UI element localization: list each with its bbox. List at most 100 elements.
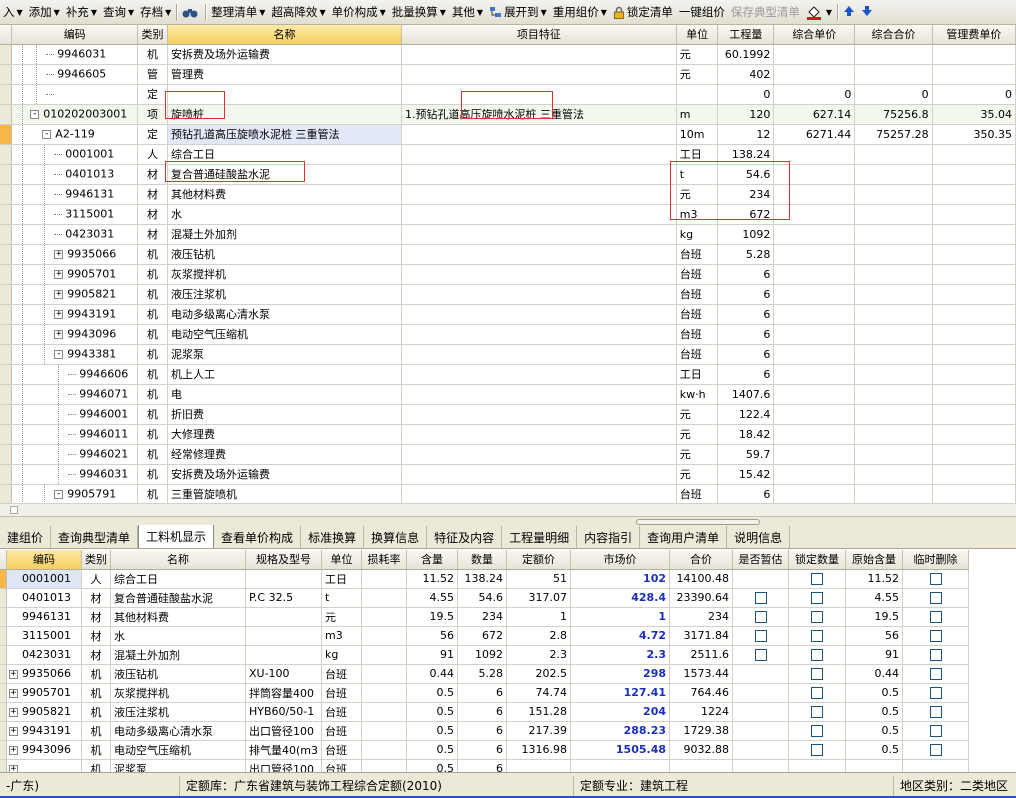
cell-mfee[interactable] — [932, 364, 1016, 385]
column-header[interactable]: 临时删除 — [902, 550, 970, 570]
cell-quota[interactable]: 217.39 — [506, 721, 572, 741]
cell-code[interactable]: 9946031 — [11, 44, 139, 65]
row-indicator[interactable] — [0, 264, 13, 285]
cell-code[interactable]: 0001001 — [6, 569, 82, 589]
column-header[interactable]: 编码 — [6, 550, 82, 570]
cell-total[interactable] — [854, 424, 933, 445]
bill-row[interactable]: 0001001 人综合工日 工日 138.24 — [0, 144, 1016, 165]
cell-type[interactable]: 管 — [137, 64, 169, 85]
cell-mfee[interactable] — [932, 204, 1016, 225]
cell-temp-delete[interactable] — [902, 721, 970, 741]
cell-name[interactable]: 水 — [167, 204, 402, 225]
cell-content[interactable]: 91 — [406, 645, 459, 665]
cell-code[interactable]: 9946001 — [11, 404, 139, 425]
cell-unit[interactable]: 工日 — [676, 144, 719, 165]
cell-total[interactable]: 1573.44 — [669, 664, 734, 684]
bill-row[interactable]: 9946131 材其他材料费 元 234 — [0, 184, 1016, 205]
cell-mfee[interactable] — [932, 304, 1016, 325]
cell-code[interactable]: 0423031 — [11, 224, 139, 245]
cell-name[interactable]: 电 — [167, 384, 402, 405]
cell-lock-qty[interactable] — [788, 626, 847, 646]
cell-name[interactable]: 其他材料费 — [167, 184, 402, 205]
cell-content[interactable]: 4.55 — [406, 588, 459, 608]
cell-name[interactable]: 电动空气压缩机 — [167, 324, 402, 345]
temp-delete-checkbox[interactable] — [929, 668, 942, 680]
cell-unit[interactable]: m3 — [321, 626, 363, 646]
row-indicator[interactable] — [0, 364, 13, 385]
cell-mfee[interactable]: 0 — [932, 84, 1016, 105]
cell-name[interactable]: 水 — [110, 626, 246, 646]
cell-orig-content[interactable]: 0.44 — [845, 664, 904, 684]
cell-code[interactable]: 9946606 — [11, 364, 139, 385]
cell-total[interactable] — [854, 204, 933, 225]
cell-feature[interactable] — [401, 444, 677, 465]
cell-feature[interactable] — [401, 304, 677, 325]
cell-type[interactable]: 机 — [137, 324, 169, 345]
cell-total[interactable] — [854, 304, 933, 325]
cell-mfee[interactable] — [932, 344, 1016, 365]
cell-code[interactable]: +9905701 — [6, 683, 82, 703]
cell-mfee[interactable] — [932, 384, 1016, 405]
cell-content[interactable]: 0.5 — [406, 721, 459, 741]
cell-qty[interactable]: 6 — [717, 364, 775, 385]
cell-qty[interactable]: 672 — [717, 204, 775, 225]
column-header[interactable]: 规格及型号 — [245, 550, 323, 570]
cell-lock-qty[interactable] — [788, 607, 847, 627]
cell-spec[interactable] — [245, 607, 323, 627]
cell-code[interactable]: 9946605 — [11, 64, 139, 85]
cell-code[interactable]: +9943191 — [11, 304, 139, 325]
cell-type[interactable]: 材 — [137, 224, 169, 245]
cell-quota[interactable]: 51 — [506, 569, 572, 589]
cell-qty[interactable]: 6 — [717, 484, 775, 503]
cell-quota[interactable]: 202.5 — [506, 664, 572, 684]
column-header[interactable]: 含量 — [406, 550, 459, 570]
collapse-icon[interactable]: - — [54, 489, 64, 499]
temp-delete-checkbox[interactable] — [929, 611, 942, 623]
cell-spec[interactable]: 拌筒容量400 — [245, 683, 323, 703]
temp-delete-checkbox[interactable] — [929, 573, 942, 585]
bill-row[interactable]: +9905701 机灰浆搅拌机 台班 6 — [0, 264, 1016, 285]
row-indicator[interactable] — [0, 424, 13, 445]
cell-type[interactable]: 材 — [137, 164, 169, 185]
cell-name[interactable]: 混凝土外加剂 — [167, 224, 402, 245]
cell-total[interactable] — [854, 244, 933, 265]
row-indicator[interactable] — [0, 64, 13, 85]
cell-uprice[interactable] — [773, 404, 856, 425]
cell-feature[interactable] — [401, 324, 677, 345]
cell-code[interactable]: 0401013 — [6, 588, 82, 608]
cell-qty[interactable]: 1407.6 — [717, 384, 775, 405]
cell-type[interactable]: 人 — [81, 569, 111, 589]
cell-type[interactable]: 定 — [137, 124, 169, 145]
cell-total[interactable] — [854, 364, 933, 385]
cell-quota[interactable]: 2.8 — [506, 626, 572, 646]
lock-qty-checkbox[interactable] — [811, 573, 824, 585]
cell-content[interactable]: 11.52 — [406, 569, 459, 589]
cell-total[interactable]: 234 — [669, 607, 734, 627]
cell-unit[interactable]: 元 — [676, 464, 719, 485]
toolbar-9-button[interactable]: 其他 ▼ — [449, 2, 486, 23]
cell-qty[interactable]: 1092 — [717, 224, 775, 245]
cell-qty[interactable]: 6 — [457, 683, 508, 703]
cell-total[interactable] — [854, 464, 933, 485]
cell-qty[interactable]: 54.6 — [717, 164, 775, 185]
cell-total[interactable] — [854, 184, 933, 205]
cell-is-estimate[interactable] — [732, 740, 790, 760]
cell-unit[interactable]: kw·h — [676, 384, 719, 405]
resource-row[interactable]: +9905821 机液压注浆机 HYB60/50-1 台班 0.5 6 151.28 204 1… — [0, 702, 970, 722]
cell-is-estimate[interactable] — [732, 683, 790, 703]
tab-7[interactable]: 工程量明细 — [502, 526, 578, 548]
toolbar-2-button[interactable]: 补充 ▼ — [63, 2, 100, 23]
cell-unit[interactable]: 台班 — [321, 759, 363, 772]
cell-unit[interactable]: 元 — [676, 404, 719, 425]
bill-row[interactable]: +9905821 机液压注浆机 台班 6 — [0, 284, 1016, 305]
cell-code[interactable]: - A2-119 — [11, 124, 139, 145]
column-header[interactable]: 类别 — [137, 25, 169, 45]
cell-temp-delete[interactable] — [902, 588, 970, 608]
cell-market[interactable]: 1 — [570, 607, 671, 627]
expand-icon[interactable]: + — [9, 669, 18, 679]
cell-unit[interactable]: 工日 — [321, 569, 363, 589]
cell-name[interactable]: 综合工日 — [110, 569, 246, 589]
cell-is-estimate[interactable] — [732, 569, 790, 589]
cell-feature[interactable] — [401, 464, 677, 485]
cell-mfee[interactable] — [932, 224, 1016, 245]
